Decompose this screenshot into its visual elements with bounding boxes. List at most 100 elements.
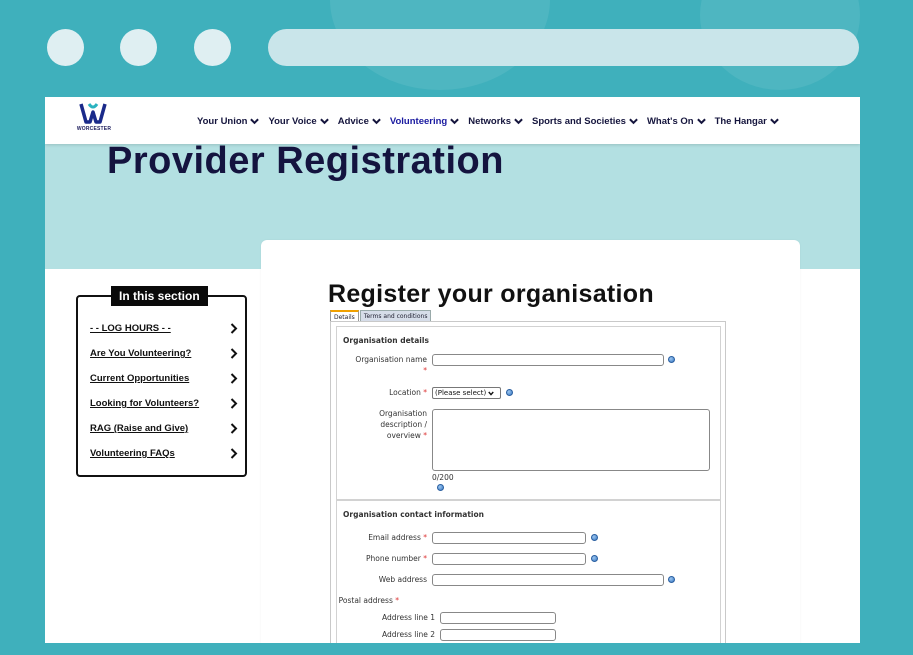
registration-card: Register your organisation Details Terms…: [261, 240, 800, 643]
nav-label: Your Union: [197, 116, 248, 127]
sidebar-item-label: Are You Volunteering?: [90, 348, 192, 359]
sidebar-item-log-hours[interactable]: - - LOG HOURS - -: [90, 316, 238, 341]
nav-advice[interactable]: Advice: [338, 116, 381, 127]
label-text: Organisation: [379, 409, 427, 418]
nav-networks[interactable]: Networks: [468, 116, 523, 127]
chevron-down-icon: [696, 118, 706, 125]
label-text: Postal address: [338, 596, 393, 605]
section-legend: Organisation contact information: [343, 510, 484, 519]
chevron-down-icon: [450, 118, 460, 125]
nav-the-hangar[interactable]: The Hangar: [715, 116, 779, 127]
sidebar-item-volunteering-faqs[interactable]: Volunteering FAQs: [90, 441, 238, 466]
chevron-down-icon: [319, 118, 329, 125]
sidebar-item-label: Looking for Volunteers?: [90, 398, 200, 409]
sidebar-item-label: Current Opportunities: [90, 373, 190, 384]
section-sidebar: In this section - - LOG HOURS - - Are Yo…: [76, 286, 247, 477]
chevron-down-icon: [250, 118, 260, 125]
section-legend: Organisation details: [343, 336, 429, 345]
required-marker: *: [423, 366, 427, 375]
main-menu: Your Union Your Voice Advice Volunteerin…: [197, 116, 788, 127]
chevron-down-icon: [770, 118, 779, 125]
phone-label: Phone number *: [337, 553, 427, 564]
chevron-down-icon: [629, 118, 638, 125]
sidebar-item-label: - - LOG HOURS - -: [90, 323, 171, 334]
organisation-details-section: Organisation details Organisation name *…: [336, 326, 721, 500]
help-icon[interactable]: [668, 576, 675, 583]
sidebar-title: In this section: [111, 286, 208, 306]
nav-label: Networks: [468, 116, 511, 127]
label-text: Organisation name: [355, 355, 427, 364]
chevron-right-icon: [230, 423, 238, 434]
nav-volunteering[interactable]: Volunteering: [390, 116, 460, 127]
site-logo[interactable]: WORCESTER: [69, 101, 119, 139]
nav-your-union[interactable]: Your Union: [197, 116, 260, 127]
nav-label: Sports and Societies: [531, 116, 626, 127]
card-title: Register your organisation: [328, 280, 654, 308]
email-label: Email address *: [337, 532, 427, 543]
page-viewport: WORCESTER Your Union Your Voice Advice V…: [45, 97, 860, 643]
character-counter: 0/200: [432, 473, 454, 482]
nav-label: Your Voice: [268, 116, 317, 127]
description-textarea[interactable]: [432, 409, 710, 471]
sidebar-item-rag[interactable]: RAG (Raise and Give): [90, 416, 238, 441]
help-icon[interactable]: [506, 389, 513, 396]
label-text: Web address: [378, 575, 427, 584]
label-text: Location: [389, 388, 421, 397]
chevron-down-icon: [372, 118, 381, 125]
window-minimize-dot[interactable]: [120, 29, 157, 66]
nav-sports-and-societies[interactable]: Sports and Societies: [532, 116, 638, 127]
label-text: Phone number: [365, 554, 421, 563]
chevron-right-icon: [230, 398, 238, 409]
sidebar-item-looking-for-volunteers[interactable]: Looking for Volunteers?: [90, 391, 238, 416]
location-label: Location *: [337, 387, 427, 398]
description-label: Organisation description / overview *: [337, 408, 427, 441]
location-select[interactable]: (Please select): [432, 387, 501, 399]
window-close-dot[interactable]: [47, 29, 84, 66]
web-address-field[interactable]: [432, 574, 664, 586]
select-value: (Please select): [435, 389, 487, 397]
postal-label: Postal address *: [337, 595, 399, 606]
sidebar-item-label: RAG (Raise and Give): [90, 423, 189, 434]
site-navbar: WORCESTER Your Union Your Voice Advice V…: [45, 97, 860, 144]
chevron-down-icon: [514, 118, 523, 125]
nav-label: What's On: [646, 116, 694, 127]
window-maximize-dot[interactable]: [194, 29, 231, 66]
org-name-input[interactable]: [432, 354, 664, 366]
nav-label: Advice: [337, 116, 369, 127]
label-text: description /: [380, 420, 427, 429]
window-border-bottom: [0, 643, 913, 655]
required-marker: *: [423, 554, 427, 563]
required-marker: *: [423, 533, 427, 542]
help-icon[interactable]: [437, 484, 444, 491]
sidebar-list: - - LOG HOURS - - Are You Volunteering? …: [90, 316, 238, 466]
phone-field[interactable]: [432, 553, 586, 565]
nav-whats-on[interactable]: What's On: [647, 116, 706, 127]
sidebar-item-current-opportunities[interactable]: Current Opportunities: [90, 366, 238, 391]
email-field[interactable]: [432, 532, 586, 544]
sidebar-item-label: Volunteering FAQs: [90, 448, 175, 459]
chevron-right-icon: [230, 323, 238, 334]
address-line-1-label: Address line 1: [337, 612, 435, 623]
label-text: Address line 1: [382, 613, 435, 622]
address-line-1-field[interactable]: [440, 612, 556, 624]
address-bar[interactable]: [268, 29, 859, 66]
registration-form: Organisation details Organisation name *…: [330, 321, 726, 643]
help-icon[interactable]: [668, 356, 675, 363]
web-label: Web address: [337, 574, 427, 585]
label-text: Email address: [368, 533, 421, 542]
address-line-2-field[interactable]: [440, 629, 556, 641]
help-icon[interactable]: [591, 555, 598, 562]
help-icon[interactable]: [591, 534, 598, 541]
chevron-right-icon: [230, 373, 238, 384]
sidebar-item-are-you-volunteering[interactable]: Are You Volunteering?: [90, 341, 238, 366]
chevron-right-icon: [230, 348, 238, 359]
required-marker: *: [423, 388, 427, 397]
logo-text: WORCESTER: [76, 126, 112, 132]
address-line-2-label: Address line 2: [337, 629, 435, 640]
organisation-contact-section: Organisation contact information Email a…: [336, 500, 721, 643]
label-text: overview: [386, 431, 421, 440]
page-title: Provider Registration: [107, 140, 504, 182]
chevron-right-icon: [230, 448, 238, 459]
nav-your-voice[interactable]: Your Voice: [268, 116, 329, 127]
label-text: Address line 2: [382, 630, 435, 639]
